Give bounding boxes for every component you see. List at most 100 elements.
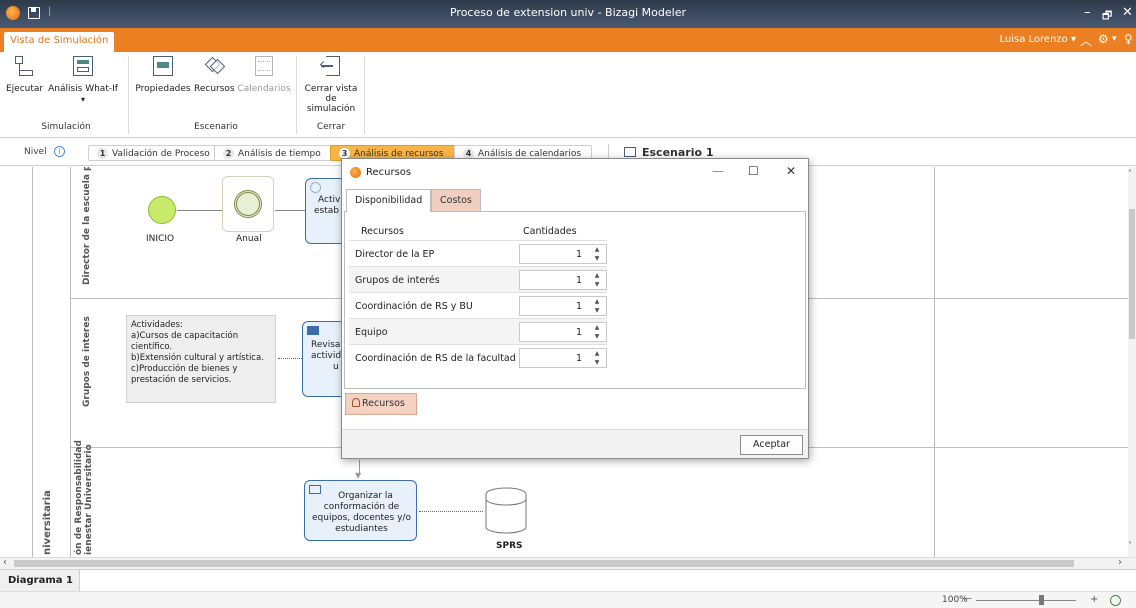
fit-to-screen-icon[interactable] — [1110, 595, 1121, 606]
properties-label: Propiedades — [135, 84, 191, 94]
data-store-icon[interactable] — [484, 487, 528, 535]
decrement-icon[interactable]: ▼ — [591, 359, 603, 367]
quantity-value[interactable]: 1 — [576, 327, 582, 338]
decrement-icon[interactable]: ▼ — [591, 333, 603, 341]
increment-icon[interactable]: ▲ — [591, 272, 603, 280]
resources-button[interactable]: Recursos — [194, 56, 235, 94]
table-row: Equipo 1 ▲ ▼ — [349, 318, 607, 344]
exit-view-icon — [319, 56, 342, 78]
bizagi-logo-icon — [350, 167, 361, 178]
resources-dialog: Recursos — ☐ ✕ Disponibilidad Costos Rec… — [341, 158, 809, 459]
scroll-down-icon[interactable]: ˅ — [1128, 541, 1132, 550]
group-label-close: Cerrar — [316, 122, 346, 132]
close-simulation-view-button[interactable]: Cerrar vista de simulación — [300, 56, 362, 114]
decrement-icon[interactable]: ▼ — [591, 281, 603, 289]
timer-event[interactable] — [222, 176, 274, 232]
column-header-quantities: Cantidades — [523, 226, 577, 237]
quantity-stepper[interactable]: 1 ▲ ▼ — [519, 322, 607, 342]
resources-label: Recursos — [194, 84, 235, 94]
increment-icon[interactable]: ▲ — [591, 246, 603, 254]
lightbulb-icon[interactable]: ♀ — [1124, 32, 1133, 46]
resource-name: Equipo — [355, 327, 388, 338]
zoom-out-button[interactable]: — — [962, 593, 972, 604]
close-view-label2: de simulación — [306, 94, 356, 114]
task-text: estab — [314, 206, 339, 216]
chevron-up-icon[interactable]: ︿ — [1080, 32, 1092, 49]
quantity-stepper[interactable]: 1 ▲ ▼ — [519, 270, 607, 290]
zoom-slider-track[interactable] — [976, 600, 1076, 601]
dialog-maximize-button[interactable]: ☐ — [748, 164, 759, 178]
tab-costs[interactable]: Costos — [431, 189, 481, 211]
run-simulation-icon — [13, 56, 35, 78]
tab-simulation-view[interactable]: Vista de Simulación — [4, 32, 115, 52]
quantity-value[interactable]: 1 — [576, 249, 582, 260]
run-button[interactable]: Ejecutar — [6, 56, 44, 94]
dialog-title-bar: Recursos — ☐ ✕ — [342, 159, 808, 185]
group-label-simulation: Simulación — [41, 122, 91, 132]
task-text: equipos, docentes y/o — [312, 513, 411, 523]
availability-panel: Recursos Cantidades Director de la EP 1 … — [344, 211, 806, 389]
step-time-analysis[interactable]: 2 Análisis de tiempo — [214, 145, 332, 161]
resources-manage-button[interactable]: Recursos — [345, 393, 417, 415]
tab-diagram-1[interactable]: Diagrama 1 — [0, 570, 80, 592]
quantity-stepper[interactable]: 1 ▲ ▼ — [519, 348, 607, 368]
zoom-in-button[interactable]: + — [1090, 594, 1098, 605]
minimize-button[interactable]: – — [1084, 5, 1091, 20]
resources-button-label: Recursos — [362, 398, 405, 409]
table-row: Director de la EP 1 ▲ ▼ — [349, 240, 607, 266]
start-event[interactable] — [148, 196, 176, 224]
quantity-value[interactable]: 1 — [576, 353, 582, 364]
info-icon[interactable]: i — [54, 146, 65, 157]
quantity-stepper[interactable]: 1 ▲ ▼ — [519, 244, 607, 264]
group-divider — [296, 56, 297, 134]
message-icon — [307, 326, 319, 335]
vertical-scrollbar[interactable]: ˄ ˅ — [1128, 167, 1136, 557]
gear-icon[interactable]: ⚙ — [1098, 32, 1109, 46]
document-tabs: Diagrama 1 — [0, 569, 1136, 592]
scroll-right-icon[interactable]: › — [1118, 557, 1122, 568]
zoom-slider-thumb[interactable] — [1039, 595, 1044, 605]
annotation-line: Actividades: — [131, 320, 183, 330]
properties-icon — [152, 56, 174, 78]
quantity-value[interactable]: 1 — [576, 301, 582, 312]
increment-icon[interactable]: ▲ — [591, 298, 603, 306]
service-task-icon — [310, 182, 321, 193]
dialog-close-button[interactable]: ✕ — [786, 164, 796, 178]
horizontal-scroll-thumb[interactable] — [14, 560, 1074, 567]
what-if-dropdown[interactable]: ▾ — [42, 95, 124, 104]
decrement-icon[interactable]: ▼ — [591, 255, 603, 263]
clock-icon — [234, 190, 262, 218]
table-row: Coordinación de RS de la facultad 1 ▲ ▼ — [349, 344, 607, 370]
properties-button[interactable]: Propiedades — [134, 56, 192, 94]
lane-label-director: Director de la escuela prof — [82, 167, 92, 285]
pool-label: niversitaria — [42, 490, 53, 555]
annotation-line: científico. — [131, 342, 173, 352]
close-button[interactable]: ✕ — [1122, 5, 1133, 20]
quantity-value[interactable]: 1 — [576, 275, 582, 286]
scroll-left-icon[interactable]: ‹ — [3, 557, 7, 568]
tab-availability[interactable]: Disponibilidad — [346, 189, 432, 212]
increment-icon[interactable]: ▲ — [591, 324, 603, 332]
task-text: u — [333, 362, 339, 372]
horizontal-scrollbar[interactable]: ‹ › — [0, 557, 1136, 569]
text-annotation[interactable]: Actividades: a)Cursos de capacitación ci… — [126, 315, 276, 403]
dialog-tabs: Disponibilidad Costos — [342, 189, 808, 212]
lane-label-welfare: ienestar Universitario — [84, 444, 94, 555]
vertical-scroll-thumb[interactable] — [1129, 209, 1135, 339]
association — [278, 358, 302, 359]
scroll-up-icon[interactable]: ˄ — [1128, 169, 1132, 178]
user-menu[interactable]: Luisa Lorenzo ▾ — [1000, 34, 1077, 45]
task-organize-teams[interactable]: Organizar la conformación de equipos, do… — [304, 480, 417, 541]
annotation-line: b)Extensión cultural y artística. — [131, 353, 264, 363]
dialog-minimize-button[interactable]: — — [712, 164, 724, 178]
task-text: Revisar — [311, 340, 345, 350]
accept-button[interactable]: Aceptar — [740, 435, 803, 455]
decrement-icon[interactable]: ▼ — [591, 307, 603, 315]
restore-button[interactable]: 🗗 — [1102, 7, 1112, 26]
gear-dropdown-icon[interactable]: ▾ — [1112, 34, 1117, 44]
quantity-stepper[interactable]: 1 ▲ ▼ — [519, 296, 607, 316]
increment-icon[interactable]: ▲ — [591, 350, 603, 358]
what-if-button[interactable]: Análisis What-If ▾ — [42, 56, 124, 104]
step-process-validation[interactable]: 1 Validación de Proceso — [88, 145, 221, 161]
run-label: Ejecutar — [6, 84, 44, 94]
